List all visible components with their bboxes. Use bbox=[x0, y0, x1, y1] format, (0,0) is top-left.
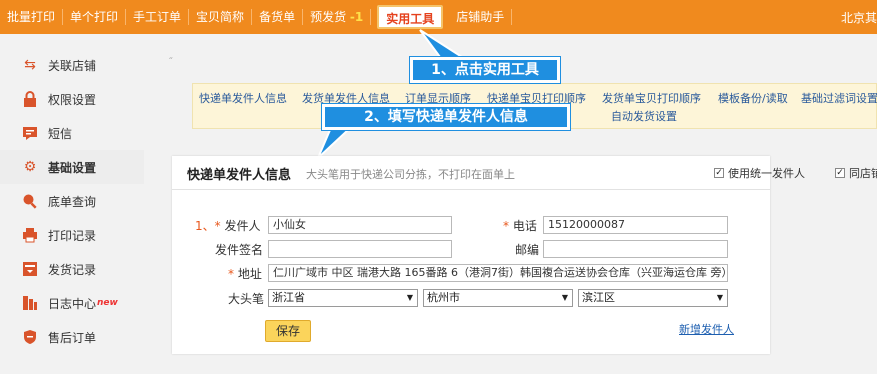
shipment-icon bbox=[22, 261, 38, 277]
required-mark: * bbox=[214, 219, 221, 233]
new-badge: new bbox=[97, 298, 118, 308]
add-sender-link[interactable]: 新增发件人 bbox=[679, 321, 734, 337]
zip-input[interactable] bbox=[543, 240, 728, 258]
sidebar-item-waybill-query[interactable]: 底单查询 bbox=[0, 184, 144, 218]
required-mark: * bbox=[228, 267, 234, 281]
sidebar-item-label: 打印记录 bbox=[48, 228, 97, 243]
district-select[interactable]: 滨江区 ▼ bbox=[578, 289, 728, 307]
sidebar-item-label: 售后订单 bbox=[48, 330, 97, 345]
address-label-text: 地址 bbox=[237, 267, 262, 281]
sidebar-item-shipping-records[interactable]: 发货记录 bbox=[0, 252, 144, 286]
district-value: 滨江区 bbox=[582, 291, 615, 304]
checkbox-checked-icon: ✓ bbox=[835, 168, 845, 178]
save-button[interactable]: 保存 bbox=[265, 320, 311, 342]
checkbox-checked-icon: ✓ bbox=[714, 168, 724, 178]
panel-title: 快递单发件人信息 bbox=[187, 168, 292, 183]
sidebar-item-label: 发货记录 bbox=[48, 262, 97, 277]
province-value: 浙江省 bbox=[272, 291, 305, 304]
callout1-pointer bbox=[419, 29, 466, 58]
city-value: 杭州市 bbox=[427, 291, 460, 304]
zip-label: 邮编 bbox=[515, 243, 540, 257]
gear-icon: ⚙ bbox=[23, 159, 37, 175]
phone-label: * 电话 bbox=[503, 217, 537, 234]
sender-label: 1、* 发件人 bbox=[195, 217, 260, 234]
phone-input[interactable]: 15120000087 bbox=[543, 216, 728, 234]
sidebar-item-label: 基础设置 bbox=[48, 160, 97, 175]
same-shop-label: 同店铺 bbox=[849, 167, 877, 180]
step-marker: 1、 bbox=[195, 219, 215, 233]
sidebar-item-log-center[interactable]: 日志中心 new bbox=[0, 286, 144, 320]
dropdown-arrow-icon: ▼ bbox=[716, 293, 723, 302]
province-select[interactable]: 浙江省 ▼ bbox=[268, 289, 418, 307]
callout-step1: 1、点击实用工具 bbox=[410, 57, 560, 83]
sender-input[interactable]: 小仙女 bbox=[268, 216, 452, 234]
sender-label-text: 发件人 bbox=[224, 219, 261, 233]
search-icon bbox=[22, 193, 38, 209]
log-icon bbox=[22, 295, 38, 311]
address-label: * 地址 bbox=[228, 265, 262, 282]
city-select[interactable]: 杭州市 ▼ bbox=[423, 289, 573, 307]
sidebar-item-label: 日志中心 bbox=[48, 296, 97, 311]
callout-step2: 2、填写快递单发件人信息 bbox=[322, 104, 570, 130]
address-input[interactable]: 仁川广域市 中区 瑞港大路 165番路 6（港洞7街）韩国複合运送协会仓库（兴亚… bbox=[268, 264, 728, 282]
required-mark: * bbox=[503, 219, 509, 233]
printer-icon bbox=[22, 227, 38, 243]
dropdown-arrow-icon: ▼ bbox=[561, 293, 568, 302]
use-unified-sender-checkbox[interactable]: ✓ 使用统一发件人 bbox=[714, 165, 805, 181]
signature-input[interactable] bbox=[268, 240, 452, 258]
sidebar-item-label: 底单查询 bbox=[48, 194, 97, 209]
use-unified-sender-label: 使用统一发件人 bbox=[728, 167, 805, 180]
sidebar-item-print-records[interactable]: 打印记录 bbox=[0, 218, 144, 252]
callout2-pointer bbox=[317, 129, 351, 159]
phone-label-text: 电话 bbox=[512, 219, 537, 233]
bigpen-label: 大头笔 bbox=[228, 292, 265, 306]
panel-header: 快递单发件人信息 大头笔用于快递公司分拣，不打印在面单上 ✓ 使用统一发件人 ✓… bbox=[172, 156, 877, 190]
aftersale-icon bbox=[22, 329, 38, 345]
panel-subtitle: 大头笔用于快递公司分拣，不打印在面单上 bbox=[306, 168, 515, 181]
dropdown-arrow-icon: ▼ bbox=[406, 293, 413, 302]
sender-info-panel: 快递单发件人信息 大头笔用于快递公司分拣，不打印在面单上 ✓ 使用统一发件人 ✓… bbox=[172, 156, 877, 354]
same-shop-checkbox[interactable]: ✓ 同店铺 bbox=[835, 165, 877, 181]
signature-label: 发件签名 bbox=[215, 243, 264, 257]
sidebar-item-after-sales[interactable]: 售后订单 bbox=[0, 320, 144, 354]
